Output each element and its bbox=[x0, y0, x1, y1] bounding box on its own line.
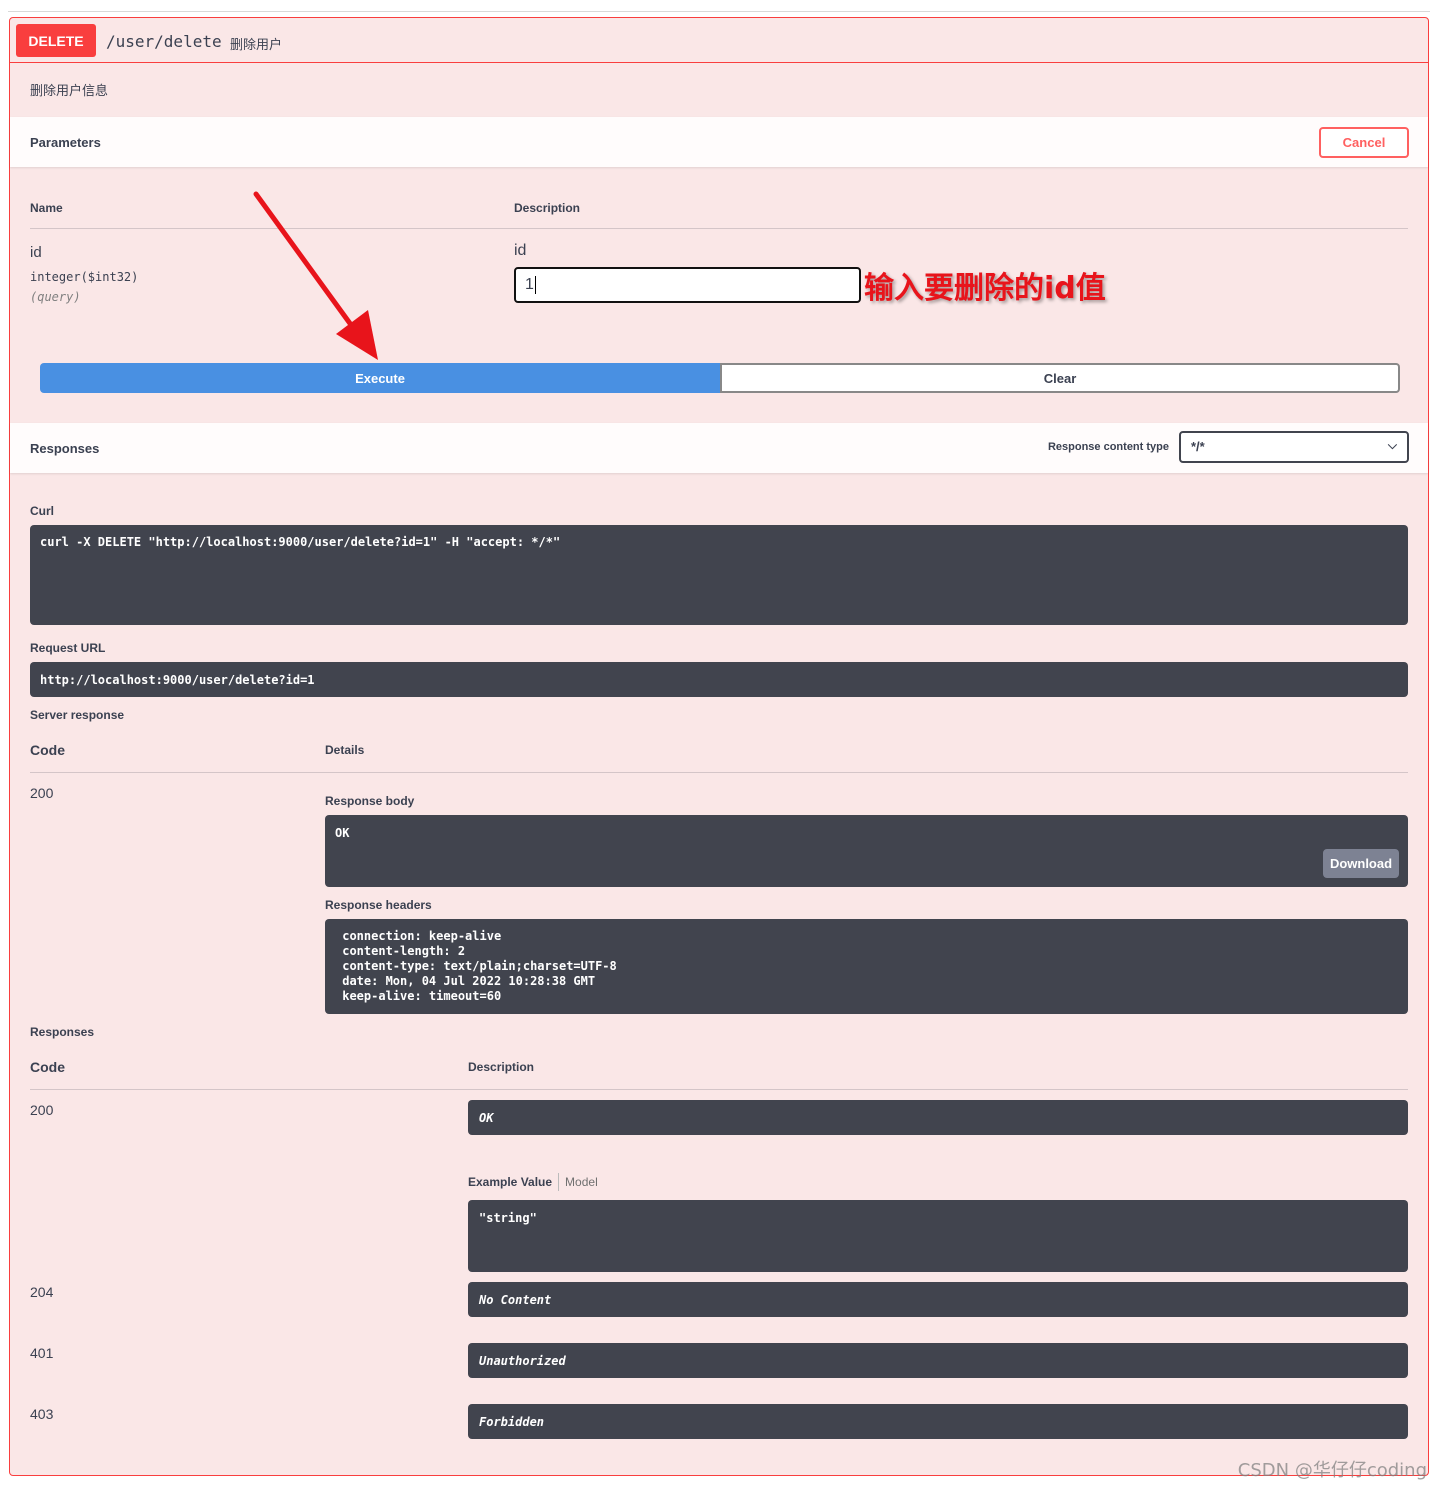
param-col-name: Name bbox=[30, 201, 63, 215]
param-input-label: id bbox=[514, 242, 527, 259]
server-response-label: Server response bbox=[30, 708, 125, 722]
content-type-value: */* bbox=[1191, 439, 1205, 454]
parameters-title: Parameters bbox=[30, 135, 101, 150]
response-desc-403: Forbidden bbox=[468, 1404, 1408, 1439]
responses-title: Responses bbox=[30, 441, 100, 456]
execute-button[interactable]: Execute bbox=[40, 363, 720, 393]
server-divider bbox=[30, 772, 1408, 773]
cancel-button[interactable]: Cancel bbox=[1319, 127, 1409, 158]
response-content-type-select[interactable]: */* ⌵ bbox=[1179, 431, 1409, 463]
response-body-text: OK bbox=[335, 826, 350, 840]
param-location: (query) bbox=[30, 290, 81, 304]
server-col-details: Details bbox=[325, 743, 365, 757]
top-divider bbox=[8, 11, 1430, 12]
download-button[interactable]: Download bbox=[1323, 849, 1399, 878]
server-response-code: 200 bbox=[30, 785, 54, 801]
responses-label: Responses bbox=[30, 1025, 95, 1039]
response-code-403: 403 bbox=[30, 1406, 54, 1422]
param-type: integer($int32) bbox=[30, 270, 139, 284]
response-desc-200-text: OK bbox=[479, 1111, 494, 1125]
clear-button[interactable]: Clear bbox=[720, 363, 1400, 393]
param-col-description: Description bbox=[514, 201, 581, 215]
request-url-label: Request URL bbox=[30, 641, 106, 655]
example-value-box[interactable]: "string" bbox=[468, 1200, 1408, 1272]
param-divider bbox=[30, 228, 1408, 229]
watermark: CSDN @华仔仔coding bbox=[1237, 1460, 1427, 1481]
opblock-delete: DELETE /user/delete 删除用户 删除用户信息 Paramete… bbox=[9, 17, 1429, 1476]
request-url-box[interactable]: http://localhost:9000/user/delete?id=1 bbox=[30, 662, 1408, 697]
response-desc-401-text: Unauthorized bbox=[479, 1354, 566, 1368]
server-col-code: Code bbox=[30, 742, 65, 758]
response-body-box[interactable]: OK Download bbox=[325, 815, 1408, 887]
responses-divider bbox=[30, 1089, 1408, 1090]
curl-command: curl -X DELETE "http://localhost:9000/us… bbox=[40, 535, 561, 549]
response-body-label: Response body bbox=[325, 794, 415, 808]
response-desc-204: No Content bbox=[468, 1282, 1408, 1317]
response-desc-200: OK bbox=[468, 1100, 1408, 1135]
tab-separator bbox=[558, 1173, 560, 1191]
id-input[interactable]: 1 bbox=[514, 267, 861, 303]
response-content-type-label: Response content type bbox=[1047, 441, 1169, 453]
example-value-text: "string" bbox=[479, 1211, 537, 1225]
response-code-204: 204 bbox=[30, 1284, 54, 1300]
request-url-value: http://localhost:9000/user/delete?id=1 bbox=[40, 673, 315, 687]
response-desc-204-text: No Content bbox=[479, 1293, 552, 1307]
response-code-401: 401 bbox=[30, 1345, 54, 1361]
chevron-down-icon: ⌵ bbox=[1387, 438, 1397, 452]
annotation-text: 输入要删除的id值 bbox=[864, 271, 1106, 306]
response-code-200: 200 bbox=[30, 1102, 54, 1118]
response-headers-label: Response headers bbox=[325, 898, 432, 912]
operation-description: 删除用户信息 bbox=[30, 83, 109, 98]
opblock-summary[interactable]: DELETE /user/delete 删除用户 bbox=[10, 18, 1428, 63]
response-desc-401: Unauthorized bbox=[468, 1343, 1408, 1378]
responses-col-code: Code bbox=[30, 1059, 65, 1075]
responses-header: Responses Response content type */* ⌵ bbox=[10, 423, 1428, 473]
method-badge: DELETE bbox=[16, 24, 96, 57]
summary-description: 删除用户 bbox=[230, 37, 283, 52]
tab-example-value[interactable]: Example Value bbox=[468, 1175, 552, 1189]
curl-box[interactable]: curl -X DELETE "http://localhost:9000/us… bbox=[30, 525, 1408, 625]
response-headers-text: connection: keep-alive content-length: 2… bbox=[342, 929, 617, 1003]
response-headers-box[interactable]: connection: keep-alive content-length: 2… bbox=[325, 919, 1408, 1014]
response-desc-403-text: Forbidden bbox=[479, 1415, 545, 1429]
parameters-header: Parameters Cancel bbox=[10, 117, 1428, 167]
responses-col-description: Description bbox=[468, 1060, 535, 1074]
example-model-tabs: Example Value Model bbox=[468, 1173, 598, 1191]
id-input-value: 1 bbox=[525, 276, 534, 293]
param-name: id bbox=[30, 244, 42, 261]
endpoint-path: /user/delete bbox=[106, 32, 222, 51]
curl-label: Curl bbox=[30, 504, 54, 518]
tab-model[interactable]: Model bbox=[565, 1175, 598, 1189]
text-caret bbox=[534, 276, 536, 294]
